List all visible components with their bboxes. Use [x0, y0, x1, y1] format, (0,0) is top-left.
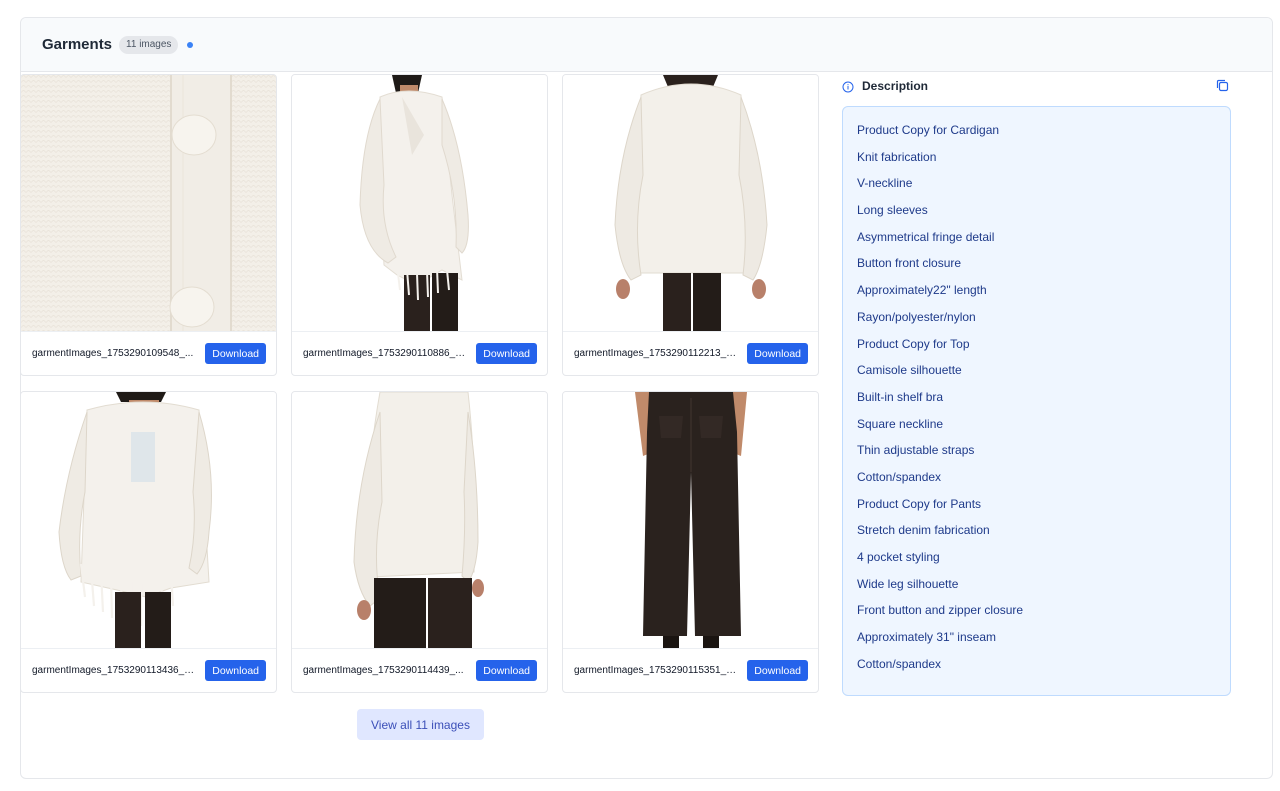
description-item: Button front closure: [857, 256, 962, 271]
description-item: Cotton/spandex: [857, 656, 942, 671]
status-dot: [187, 41, 194, 48]
image-filename: garmentImages_1753290110886_s...: [303, 348, 468, 359]
view-all-images-button[interactable]: View all 11 images: [357, 709, 484, 740]
image-filename: garmentImages_1753290112213_s...: [574, 348, 739, 359]
download-button[interactable]: Download: [205, 660, 266, 681]
image-card: garmentImages_1753290109548_... Download: [20, 74, 277, 376]
card-footer: garmentImages_1753290110886_s... Downloa…: [292, 331, 547, 375]
panel-title: Garments: [42, 36, 113, 53]
garment-image[interactable]: [21, 75, 276, 331]
description-item: Product Copy for Top: [857, 336, 970, 351]
card-footer: garmentImages_1753290114439_... Download: [292, 648, 547, 692]
description-item: Product Copy for Cardigan: [857, 123, 1000, 137]
download-button[interactable]: Download: [476, 660, 537, 681]
description-title: Description: [862, 79, 929, 93]
description-item: Stretch denim fabrication: [857, 523, 990, 538]
download-button[interactable]: Download: [476, 343, 537, 364]
description-box: Product Copy for Cardigan Knit fabricati…: [842, 106, 1231, 696]
image-card: garmentImages_1753290112213_s... Downloa…: [562, 74, 819, 376]
description-item: Long sleeves: [857, 203, 928, 218]
image-filename: garmentImages_1753290114439_...: [303, 665, 464, 676]
description-list: Product Copy for Cardigan Knit fabricati…: [857, 122, 1216, 682]
panel-header: Garments 11 images: [21, 18, 1272, 72]
image-filename: garmentImages_1753290109548_...: [32, 348, 194, 359]
image-card: garmentImages_1753290110886_s... Downloa…: [291, 74, 548, 376]
description-item: 4 pocket styling: [857, 550, 940, 564]
description-item: Thin adjustable straps: [857, 443, 975, 458]
description-item: Built-in shelf bra: [857, 389, 944, 404]
card-footer: garmentImages_1753290109548_... Download: [21, 331, 276, 375]
garment-image[interactable]: [21, 392, 276, 648]
description-item: Rayon/polyester/nylon: [857, 309, 976, 324]
description-item: Cotton/spandex: [857, 469, 942, 484]
garment-image[interactable]: [563, 75, 818, 331]
image-grid: garmentImages_1753290109548_... Download…: [20, 74, 820, 693]
description-item: Approximately22" length: [857, 283, 987, 298]
description-item: Product Copy for Pants: [857, 496, 982, 511]
garment-image[interactable]: [292, 392, 547, 648]
garment-image[interactable]: [292, 75, 547, 331]
description-item: Wide leg silhouette: [857, 576, 959, 591]
image-card: garmentImages_1753290115351_s... Downloa…: [562, 391, 819, 693]
download-button[interactable]: Download: [747, 660, 808, 681]
description-item: Asymmetrical fringe detail: [857, 229, 995, 244]
card-footer: garmentImages_1753290115351_s... Downloa…: [563, 648, 818, 692]
image-filename: garmentImages_1753290115351_s...: [574, 665, 739, 676]
download-button[interactable]: Download: [747, 343, 808, 364]
description-item: Square neckline: [857, 416, 944, 431]
description-item: Knit fabrication: [857, 149, 937, 164]
description-item: Camisole silhouette: [857, 363, 962, 378]
image-card: garmentImages_1753290113436_s... Downloa…: [20, 391, 277, 693]
card-footer: garmentImages_1753290113436_s... Downloa…: [21, 648, 276, 692]
garment-image[interactable]: [563, 392, 818, 648]
description-header: Description: [842, 76, 1230, 96]
info-icon: [842, 80, 854, 93]
download-button[interactable]: Download: [205, 343, 266, 364]
copy-icon[interactable]: [1215, 78, 1230, 93]
image-count-badge: 11 images: [119, 35, 179, 54]
image-filename: garmentImages_1753290113436_s...: [32, 665, 197, 676]
description-item: V-neckline: [857, 176, 913, 191]
card-footer: garmentImages_1753290112213_s... Downloa…: [563, 331, 818, 375]
description-item: Approximately 31" inseam: [857, 630, 996, 645]
description-item: Front button and zipper closure: [857, 603, 1024, 618]
image-card: garmentImages_1753290114439_... Download: [291, 391, 548, 693]
